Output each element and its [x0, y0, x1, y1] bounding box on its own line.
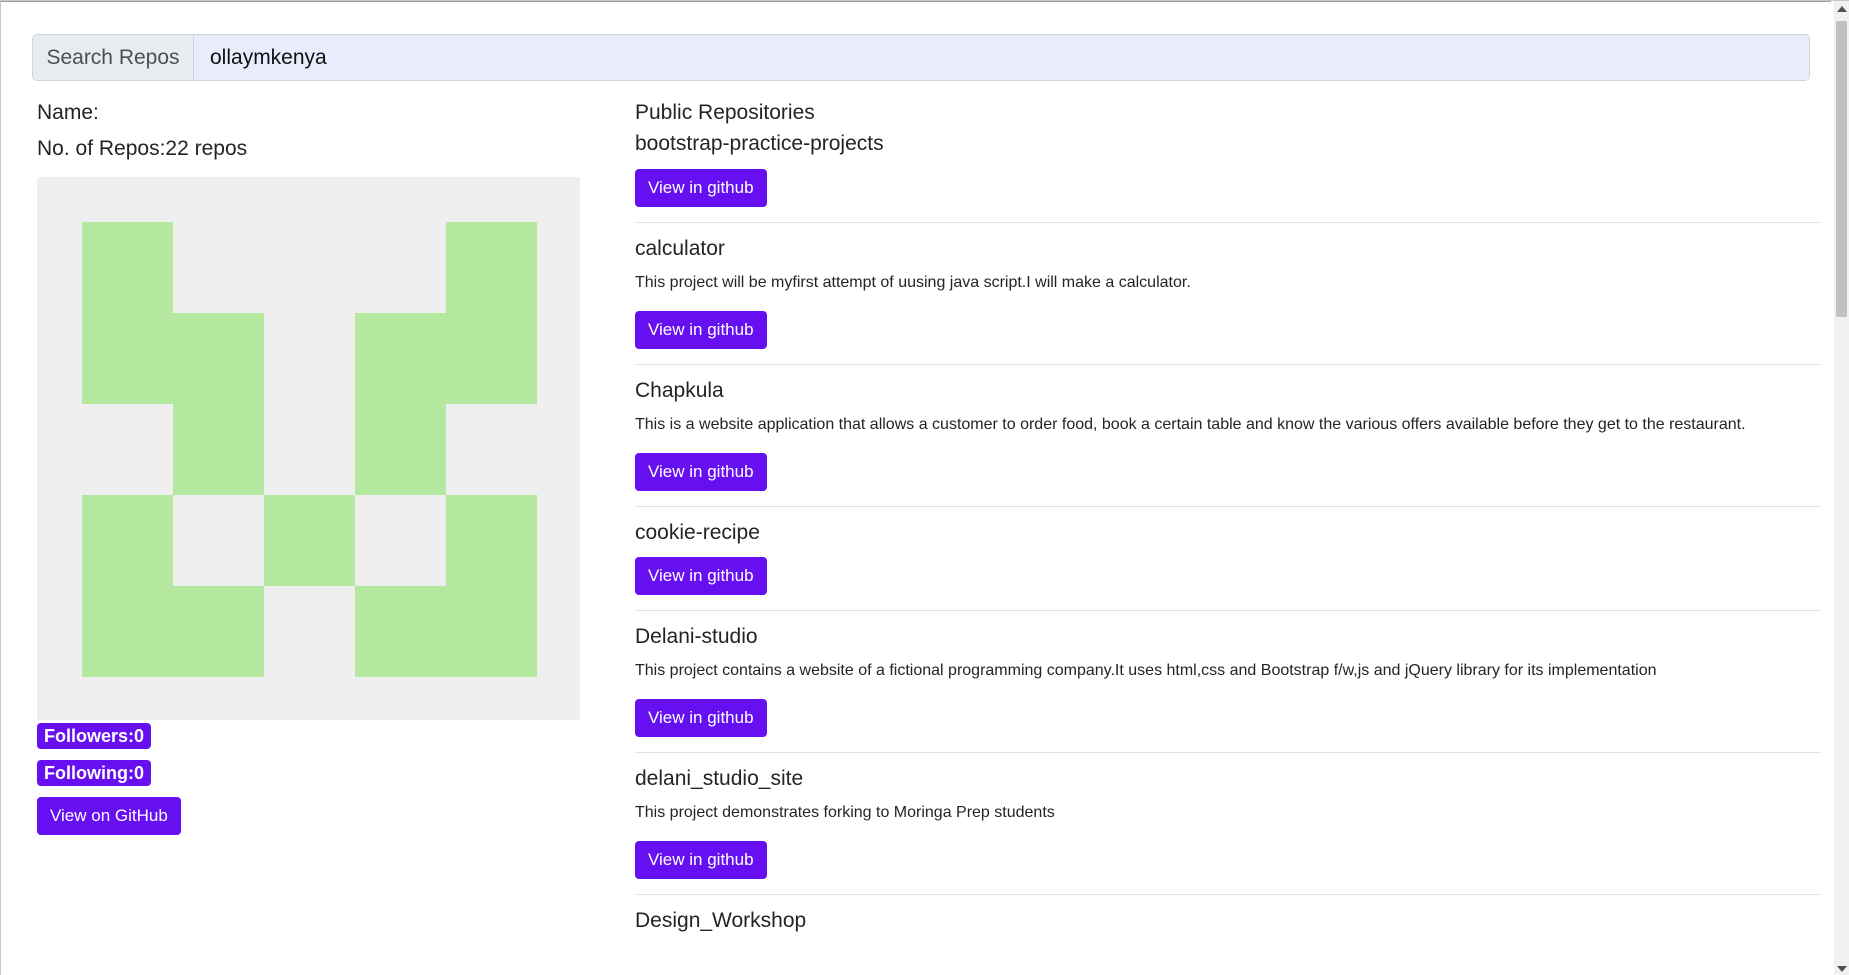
- repo-description: This project will be myfirst attempt of …: [635, 274, 1191, 291]
- followers-row: Followers:0: [37, 723, 580, 760]
- repo-item: Chapkula This is a website application t…: [635, 379, 1821, 507]
- repos-panel: Public Repositories bootstrap-practice-p…: [635, 101, 1821, 974]
- scrollbar[interactable]: [1834, 1, 1849, 975]
- view-on-github-button[interactable]: View on GitHub: [37, 797, 181, 835]
- repo-name: delani_studio_site: [635, 767, 804, 790]
- repo-name: cookie-recipe: [635, 521, 760, 544]
- profile-name: Name:: [37, 101, 99, 124]
- top-divider: [1, 1, 1831, 2]
- avatar-block: [264, 495, 355, 586]
- following-badge: Following:0: [37, 760, 151, 786]
- scroll-down-icon[interactable]: [1837, 966, 1847, 972]
- search-label: Search Repos: [33, 35, 194, 80]
- repo-name: Chapkula: [635, 379, 724, 402]
- avatar-block: [82, 222, 173, 404]
- avatar-block: [355, 586, 446, 677]
- avatar-block: [173, 586, 264, 677]
- repos-title: Public Repositories: [635, 101, 815, 124]
- view-in-github-button[interactable]: View in github: [635, 699, 767, 737]
- repo-description: This project contains a website of a fic…: [635, 662, 1657, 679]
- avatar-block: [355, 313, 446, 495]
- view-in-github-button[interactable]: View in github: [635, 557, 767, 595]
- repo-item: calculator This project will be myfirst …: [635, 237, 1821, 365]
- repo-item: Delani-studio This project contains a we…: [635, 625, 1821, 753]
- view-profile-row: View on GitHub: [37, 797, 580, 835]
- repo-name: Delani-studio: [635, 625, 758, 648]
- avatar: [37, 177, 580, 720]
- view-in-github-button[interactable]: View in github: [635, 841, 767, 879]
- view-in-github-button[interactable]: View in github: [635, 453, 767, 491]
- followers-badge: Followers:0: [37, 723, 152, 749]
- page: Search Repos Name: No. of Repos:22 repos…: [0, 0, 1849, 975]
- view-in-github-button[interactable]: View in github: [635, 311, 767, 349]
- profile-repo-count: No. of Repos:22 repos: [37, 137, 248, 160]
- search-input[interactable]: [194, 35, 1809, 80]
- scrollbar-thumb[interactable]: [1836, 21, 1847, 317]
- following-row: Following:0: [37, 760, 580, 797]
- avatar-block: [173, 313, 264, 495]
- view-in-github-button[interactable]: View in github: [635, 169, 767, 207]
- repo-name: bootstrap-practice-projects: [635, 132, 884, 155]
- repo-item: Design_Workshop: [635, 909, 1821, 960]
- repo-name: calculator: [635, 237, 725, 260]
- repo-description: This project demonstrates forking to Mor…: [635, 804, 1055, 821]
- repo-item: delani_studio_site This project demonstr…: [635, 767, 1821, 895]
- repo-item: bootstrap-practice-projects View in gith…: [635, 132, 1821, 223]
- avatar-block: [446, 495, 537, 677]
- scroll-up-icon[interactable]: [1837, 6, 1847, 12]
- repo-item: cookie-recipe View in github: [635, 521, 1821, 611]
- avatar-block: [446, 222, 537, 404]
- avatar-block: [82, 495, 173, 677]
- repo-description: This is a website application that allow…: [635, 416, 1746, 433]
- repo-name: Design_Workshop: [635, 909, 807, 932]
- search-bar: Search Repos: [32, 34, 1810, 81]
- profile-panel: Name: No. of Repos:22 repos Followers:0 …: [37, 101, 580, 835]
